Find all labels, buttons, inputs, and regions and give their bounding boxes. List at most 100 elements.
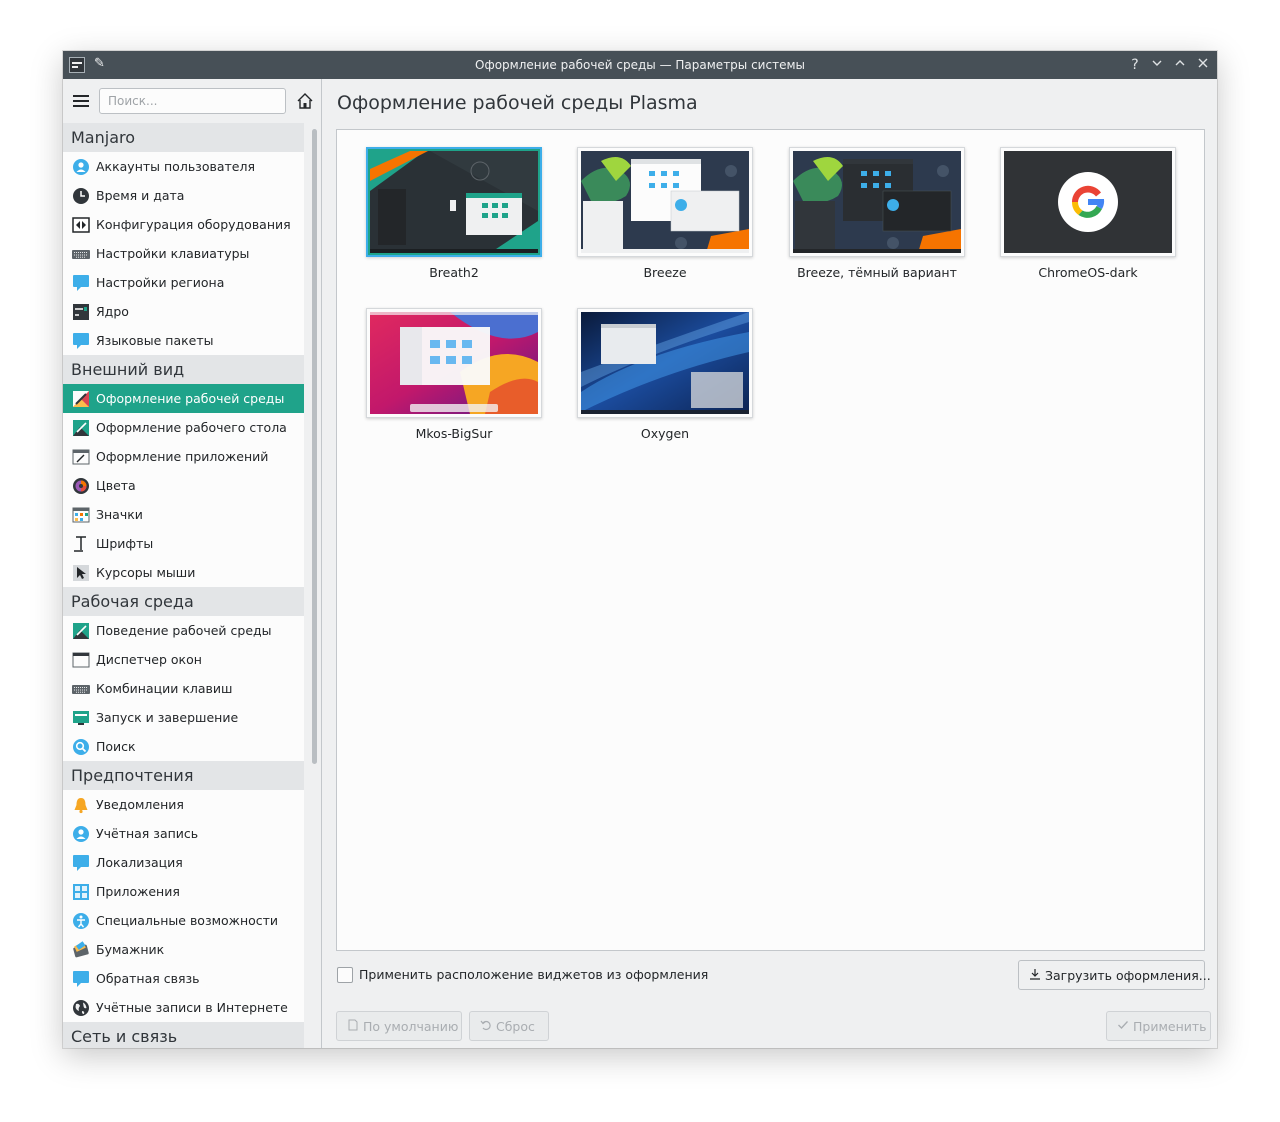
download-themes-label: Загрузить оформления... bbox=[1045, 968, 1211, 983]
section-header-network: Сеть и связь bbox=[63, 1022, 304, 1048]
sidebar-scrollbar[interactable] bbox=[312, 129, 317, 764]
sidebar-item-startup[interactable]: Запуск и завершение bbox=[63, 703, 304, 732]
user-accounts-icon bbox=[73, 159, 89, 175]
kernel-icon bbox=[73, 304, 89, 320]
sidebar-item-label: Учётные записи в Интернете bbox=[96, 1000, 288, 1015]
home-icon[interactable] bbox=[296, 92, 314, 110]
sidebar-item-label: Запуск и завершение bbox=[96, 710, 239, 725]
shortcuts-icon bbox=[72, 685, 90, 694]
check-icon bbox=[1118, 1021, 1128, 1029]
theme-tile-oxygen[interactable]: Oxygen bbox=[577, 308, 753, 441]
preview-image bbox=[370, 151, 538, 253]
apply-widget-layout-checkbox[interactable] bbox=[337, 967, 353, 983]
theme-tile-breeze[interactable]: Breeze bbox=[577, 147, 753, 280]
reset-button[interactable]: Сброс bbox=[469, 1011, 549, 1041]
sidebar-item-label: Цвета bbox=[96, 478, 136, 493]
sidebar-item-label: Приложения bbox=[96, 884, 180, 899]
sidebar-item-label: Бумажник bbox=[96, 942, 165, 957]
preview-image bbox=[370, 312, 538, 414]
sidebar-item-cursors[interactable]: Курсоры мыши bbox=[63, 558, 304, 587]
sidebar-item-hardware[interactable]: Конфигурация оборудования bbox=[63, 210, 304, 239]
sidebar-item-icons[interactable]: Значки bbox=[63, 500, 304, 529]
sidebar-item-feedback[interactable]: Обратная связь bbox=[63, 964, 304, 993]
title-bar[interactable]: ✎ Оформление рабочей среды — Параметры с… bbox=[63, 51, 1217, 79]
sidebar-item-fonts[interactable]: Шрифты bbox=[63, 529, 304, 558]
apply-widget-layout-label: Применить расположение виджетов из оформ… bbox=[359, 967, 709, 982]
download-themes-button[interactable]: Загрузить оформления... bbox=[1018, 960, 1211, 990]
sidebar-item-label: Учётная запись bbox=[96, 826, 199, 841]
minimize-button[interactable] bbox=[1147, 55, 1167, 75]
section-header-appearance: Внешний вид bbox=[63, 355, 304, 384]
sidebar-item-applications[interactable]: Приложения bbox=[63, 877, 304, 906]
cursor-icon bbox=[73, 565, 89, 581]
search-input[interactable]: Поиск... bbox=[99, 88, 286, 114]
sidebar-item-app-style[interactable]: Оформление приложений bbox=[63, 442, 304, 471]
sidebar-item-kernel[interactable]: Ядро bbox=[63, 297, 304, 326]
sidebar-item-window-manager[interactable]: Диспетчер окон bbox=[63, 645, 304, 674]
colors-icon bbox=[73, 478, 89, 494]
theme-label: Mkos-BigSur bbox=[415, 426, 493, 441]
sidebar-item-label: Шрифты bbox=[96, 536, 154, 551]
sidebar-item-wallet[interactable]: Бумажник bbox=[63, 935, 304, 964]
sidebar-item-label: Специальные возможности bbox=[96, 913, 279, 928]
defaults-button[interactable]: По умолчанию bbox=[336, 1011, 462, 1041]
sidebar-item-notifications[interactable]: Уведомления bbox=[63, 790, 304, 819]
hamburger-menu-icon[interactable] bbox=[73, 95, 89, 107]
reset-label: Сброс bbox=[496, 1019, 535, 1034]
hardware-icon bbox=[72, 217, 90, 233]
preview-image bbox=[1004, 151, 1172, 253]
theme-tile-chromeos-dark[interactable]: ChromeOS-dark bbox=[1000, 147, 1176, 280]
sidebar-item-label: Настройки клавиатуры bbox=[96, 246, 250, 261]
sidebar-item-search[interactable]: Поиск bbox=[63, 732, 304, 761]
sidebar-item-workspace-behavior[interactable]: Поведение рабочей среды bbox=[63, 616, 304, 645]
section-header-manjaro: Manjaro bbox=[63, 123, 304, 152]
desktop-theme-icon bbox=[73, 420, 89, 436]
sidebar: Поиск... Manjaro Аккаунты пользователя В… bbox=[63, 79, 322, 1048]
undo-icon bbox=[480, 1020, 491, 1031]
language-packs-icon bbox=[73, 333, 89, 349]
theme-tile-breath2[interactable]: Breath2 bbox=[366, 147, 542, 280]
theme-tile-breeze-dark[interactable]: Breeze, тёмный вариант bbox=[789, 147, 965, 280]
defaults-label: По умолчанию bbox=[363, 1019, 459, 1034]
sidebar-item-user-accounts[interactable]: Аккаунты пользователя bbox=[63, 152, 304, 181]
sidebar-item-label: Аккаунты пользователя bbox=[96, 159, 255, 174]
section-header-workspace: Рабочая среда bbox=[63, 587, 304, 616]
clock-icon bbox=[73, 188, 89, 204]
chevron-down-icon bbox=[1152, 60, 1162, 66]
close-button[interactable] bbox=[1193, 55, 1213, 75]
sidebar-item-label: Комбинации клавиш bbox=[96, 681, 233, 696]
global-theme-icon bbox=[73, 391, 89, 407]
settings-window: ✎ Оформление рабочей среды — Параметры с… bbox=[63, 51, 1217, 1048]
apply-label: Применить bbox=[1133, 1019, 1207, 1034]
app-style-icon bbox=[72, 449, 90, 465]
sidebar-item-time-date[interactable]: Время и дата bbox=[63, 181, 304, 210]
workspace-behavior-icon bbox=[73, 623, 89, 639]
sidebar-item-language-packs[interactable]: Языковые пакеты bbox=[63, 326, 304, 355]
sidebar-item-colors[interactable]: Цвета bbox=[63, 471, 304, 500]
window-manager-icon bbox=[72, 652, 90, 668]
sidebar-item-label: Диспетчер окон bbox=[96, 652, 202, 667]
help-button[interactable]: ? bbox=[1125, 55, 1145, 75]
globe-icon bbox=[73, 1000, 89, 1016]
sidebar-item-desktop-theme[interactable]: Оформление рабочего стола bbox=[63, 413, 304, 442]
sidebar-item-shortcuts[interactable]: Комбинации клавиш bbox=[63, 674, 304, 703]
sidebar-item-accessibility[interactable]: Специальные возможности bbox=[63, 906, 304, 935]
sidebar-item-keyboard[interactable]: Настройки клавиатуры bbox=[63, 239, 304, 268]
applications-icon bbox=[73, 884, 89, 900]
bell-icon bbox=[74, 798, 88, 814]
document-icon bbox=[348, 1019, 358, 1031]
sidebar-item-online-accounts[interactable]: Учётные записи в Интернете bbox=[63, 993, 304, 1022]
sidebar-item-label: Языковые пакеты bbox=[96, 333, 214, 348]
apply-button[interactable]: Применить bbox=[1106, 1011, 1211, 1041]
theme-grid: Breath2 Breeze Breeze, тёмный вариант Ch… bbox=[336, 129, 1205, 951]
theme-label: Breath2 bbox=[429, 265, 479, 280]
sidebar-item-account[interactable]: Учётная запись bbox=[63, 819, 304, 848]
sidebar-item-localization[interactable]: Локализация bbox=[63, 848, 304, 877]
sidebar-item-region[interactable]: Настройки региона bbox=[63, 268, 304, 297]
theme-tile-mkos-bigsur[interactable]: Mkos-BigSur bbox=[366, 308, 542, 441]
maximize-button[interactable] bbox=[1170, 55, 1190, 75]
sidebar-item-label: Поиск bbox=[96, 739, 136, 754]
accessibility-icon bbox=[73, 913, 89, 929]
sidebar-item-global-theme[interactable]: Оформление рабочей среды bbox=[63, 384, 304, 413]
account-icon bbox=[73, 826, 89, 842]
